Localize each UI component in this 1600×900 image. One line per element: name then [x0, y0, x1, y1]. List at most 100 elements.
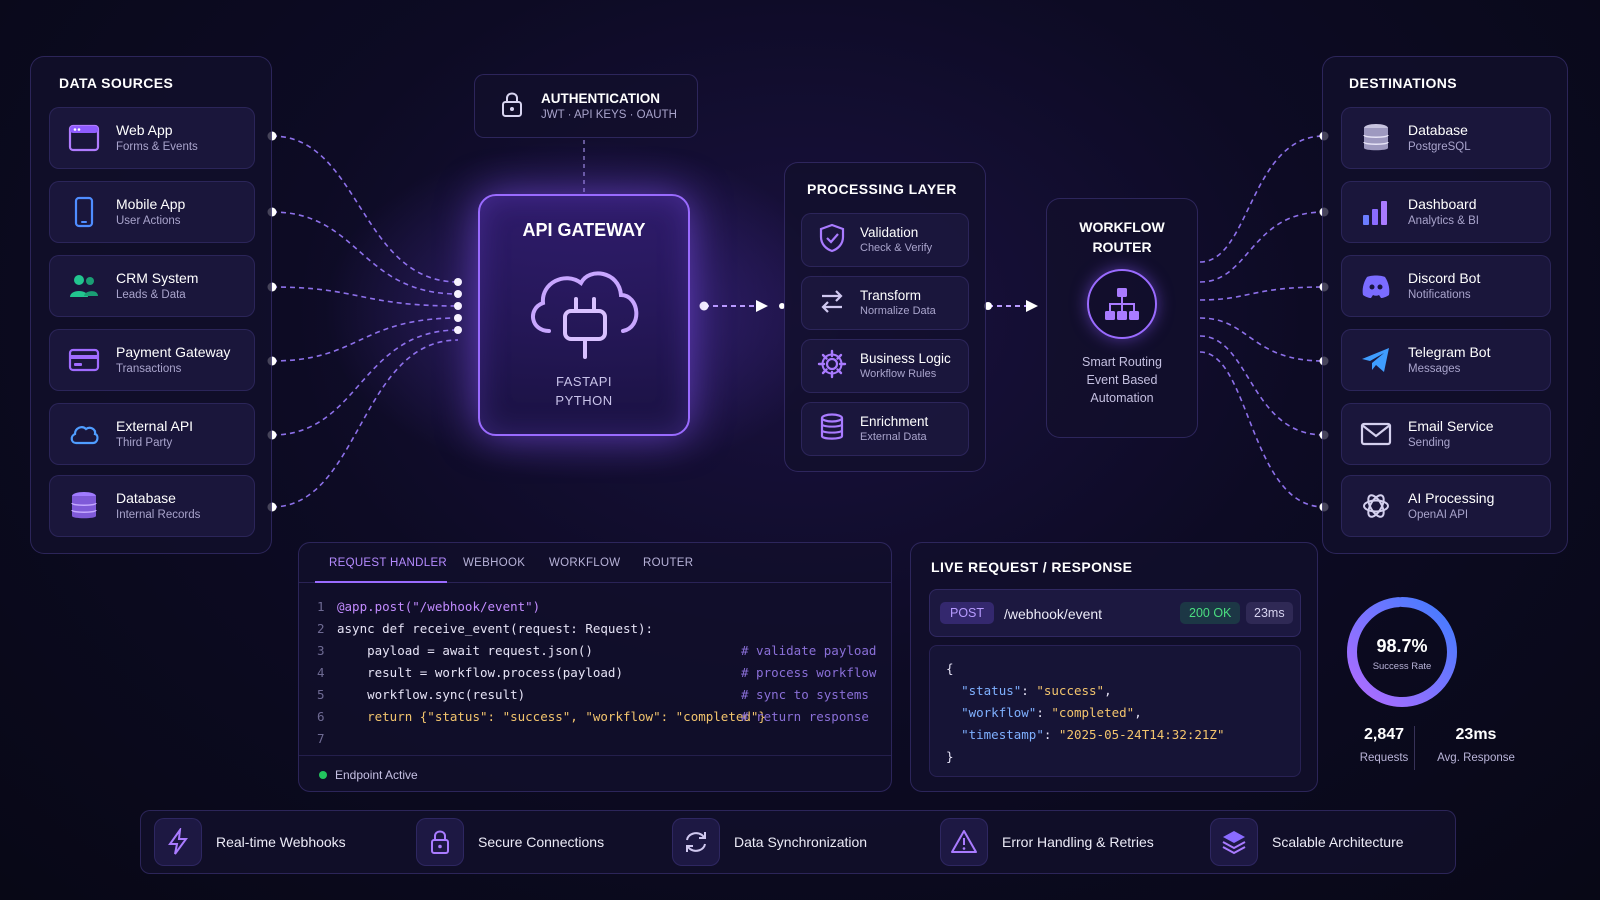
request-path: /webhook/event	[1004, 606, 1103, 622]
router-title-line1: WORKFLOW	[1079, 219, 1165, 235]
gear-icon	[816, 348, 848, 385]
workflow-router-box[interactable]: WORKFLOW ROUTER Smart Routing Event Base…	[1046, 198, 1198, 438]
live-title: LIVE REQUEST / RESPONSE	[931, 559, 1133, 575]
code-footer: Endpoint Active	[299, 755, 891, 791]
destination-subtitle: Sending	[1408, 437, 1451, 449]
json-key: "workflow"	[961, 705, 1037, 720]
line-number: 2	[317, 620, 325, 636]
destination-title: Discord Bot	[1408, 270, 1481, 286]
destinations-title: DESTINATIONS	[1349, 75, 1457, 91]
processing-item-title: Enrichment	[860, 414, 929, 429]
sync-icon	[672, 818, 720, 866]
processing-item-subtitle: Check & Verify	[860, 242, 933, 254]
code-line: 5 workflow.sync(result) # sync to systems	[299, 683, 891, 705]
line-number: 4	[317, 664, 325, 680]
json-comma: ,	[1104, 683, 1112, 698]
tab-router[interactable]: ROUTER	[643, 557, 693, 569]
router-desc2: Event Based	[1086, 373, 1158, 387]
source-title: Database	[116, 490, 176, 506]
source-card-external-api[interactable]: External API Third Party	[49, 403, 255, 465]
wire-external-api	[271, 329, 459, 436]
code-line: 6 return {"status": "success", "workflow…	[299, 705, 891, 727]
endpoint-status: Endpoint Active	[335, 767, 418, 782]
processing-card-business-logic[interactable]: Business Logic Workflow Rules	[801, 339, 969, 393]
wire-web-app	[271, 135, 459, 283]
source-card-payment-gateway[interactable]: Payment Gateway Transactions	[49, 329, 255, 391]
success-rate-value: 98.7%	[1376, 636, 1428, 656]
browser-window-icon	[66, 120, 102, 156]
wire-dest-discord	[1199, 286, 1325, 301]
stats-divider	[1414, 726, 1415, 770]
source-subtitle: Internal Records	[116, 509, 201, 521]
source-subtitle: Transactions	[116, 363, 182, 375]
api-gateway-box[interactable]: API GATEWAY FASTAPI PYTHON	[478, 194, 690, 436]
processing-card-enrichment[interactable]: Enrichment External Data	[801, 402, 969, 456]
database-icon	[816, 411, 848, 448]
tab-request-handler[interactable]: REQUEST HANDLER	[329, 557, 447, 569]
code-comment: # sync to systems	[741, 686, 869, 702]
destination-card-discord[interactable]: Discord Bot Notifications	[1341, 255, 1551, 317]
shield-check-icon	[816, 222, 848, 259]
processing-item-subtitle: Workflow Rules	[860, 368, 937, 380]
code-body: 1 @app.post("/webhook/event") 2 async def …	[299, 595, 891, 749]
tab-workflow[interactable]: WORKFLOW	[549, 557, 620, 569]
code-line: 1 @app.post("/webhook/event")	[299, 595, 891, 617]
destination-title: Telegram Bot	[1408, 344, 1491, 360]
destination-card-ai-processing[interactable]: AI Processing OpenAI API	[1341, 475, 1551, 537]
destination-title: Dashboard	[1408, 196, 1477, 212]
credit-card-icon	[66, 342, 102, 378]
arrow-head	[756, 300, 768, 312]
code-tabs: REQUEST HANDLER WEBHOOK WORKFLOW ROUTER	[299, 543, 891, 583]
arrow-head	[1026, 300, 1038, 312]
destination-card-telegram[interactable]: Telegram Bot Messages	[1341, 329, 1551, 391]
source-subtitle: Third Party	[116, 437, 173, 449]
processing-title: PROCESSING LAYER	[807, 181, 957, 197]
source-card-web-app[interactable]: Web App Forms & Events	[49, 107, 255, 169]
openai-icon	[1358, 488, 1394, 524]
wire-node	[454, 278, 462, 286]
processing-card-transform[interactable]: Transform Normalize Data	[801, 276, 969, 330]
live-request-panel: LIVE REQUEST / RESPONSE POST /webhook/ev…	[910, 542, 1318, 792]
source-card-crm[interactable]: CRM System Leads & Data	[49, 255, 255, 317]
envelope-icon	[1358, 416, 1394, 452]
feature-label: Data Synchronization	[734, 834, 868, 850]
wire-dest-dashboard	[1199, 211, 1325, 283]
status-badge: 200 OK	[1180, 602, 1241, 624]
processing-item-subtitle: External Data	[860, 431, 927, 443]
feature-secure-connections: Secure Connections	[416, 818, 604, 866]
gateway-title: API GATEWAY	[522, 220, 646, 240]
json-row: "timestamp": "2025-05-24T14:32:21Z"	[961, 727, 1225, 742]
discord-icon	[1358, 268, 1394, 304]
active-tab-underline	[315, 581, 447, 583]
json-value: "completed"	[1051, 705, 1135, 720]
avg-response-value: 23ms	[1455, 726, 1497, 743]
wire-node	[699, 301, 709, 311]
destination-title: Email Service	[1408, 418, 1494, 434]
source-card-mobile-app[interactable]: Mobile App User Actions	[49, 181, 255, 243]
lock-icon	[416, 818, 464, 866]
source-card-database[interactable]: Database Internal Records	[49, 475, 255, 537]
processing-card-validation[interactable]: Validation Check & Verify	[801, 213, 969, 267]
destination-card-database[interactable]: Database PostgreSQL	[1341, 107, 1551, 169]
line-number: 1	[317, 598, 325, 614]
destination-card-email[interactable]: Email Service Sending	[1341, 403, 1551, 465]
layers-icon	[1210, 818, 1258, 866]
gateway-line1: FASTAPI	[556, 374, 612, 389]
avg-response-label: Avg. Response	[1437, 752, 1515, 764]
code-text: workflow.sync(result)	[337, 686, 526, 702]
source-title: Payment Gateway	[116, 344, 231, 360]
auth-subtitle: JWT · API KEYS · OAUTH	[541, 109, 677, 121]
code-text: async def receive_event(request: Request…	[337, 620, 654, 636]
tab-webhook[interactable]: WEBHOOK	[463, 557, 525, 569]
feature-realtime-webhooks: Real-time Webhooks	[154, 818, 346, 866]
source-subtitle: Leads & Data	[116, 289, 186, 301]
json-value: "success"	[1036, 683, 1105, 698]
lightning-icon	[154, 818, 202, 866]
line-number: 6	[317, 708, 325, 724]
hierarchy-icon	[1087, 269, 1157, 339]
bar-chart-icon	[1358, 194, 1394, 230]
destination-card-dashboard[interactable]: Dashboard Analytics & BI	[1341, 181, 1551, 243]
router-desc1: Smart Routing	[1082, 355, 1162, 369]
feature-label: Error Handling & Retries	[1002, 834, 1154, 850]
plug-cloud-icon	[480, 253, 688, 368]
